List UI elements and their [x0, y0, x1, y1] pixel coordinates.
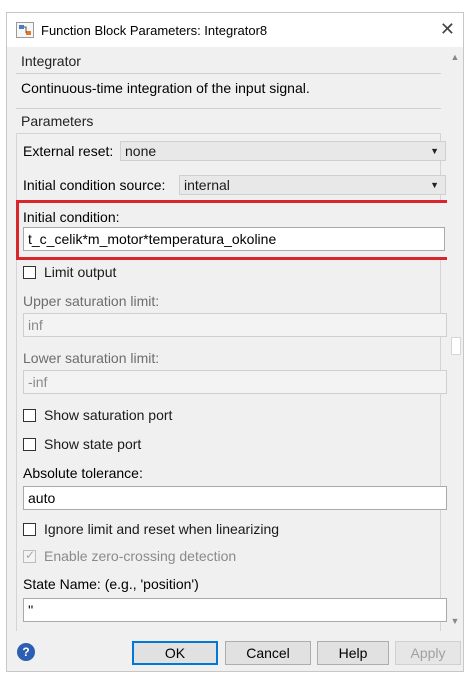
limit-output-row[interactable]: Limit output: [23, 264, 116, 280]
ignore-limit-row[interactable]: Ignore limit and reset when linearizing: [23, 521, 279, 537]
initial-condition-label: Initial condition:: [23, 209, 120, 225]
title-bar: Function Block Parameters: Integrator8 ✕: [7, 13, 463, 47]
zero-crossing-row: Enable zero-crossing detection: [23, 548, 236, 564]
close-icon[interactable]: ✕: [440, 20, 455, 38]
state-name-input[interactable]: '': [23, 598, 447, 622]
show-state-port-row[interactable]: Show state port: [23, 436, 141, 452]
show-saturation-port-checkbox[interactable]: [23, 408, 36, 422]
button-bar: ? OK Cancel Help Apply: [7, 631, 463, 671]
window-title: Function Block Parameters: Integrator8: [41, 22, 268, 38]
chevron-down-icon: ▼: [430, 180, 439, 190]
divider: [16, 108, 441, 109]
scroll-down-icon[interactable]: ▼: [447, 613, 463, 629]
external-reset-value: none: [125, 143, 157, 159]
dialog-window: Function Block Parameters: Integrator8 ✕…: [6, 12, 464, 672]
upper-saturation-input: inf: [23, 313, 447, 337]
simulink-app-icon: [16, 22, 34, 38]
ignore-limit-checkbox[interactable]: [23, 522, 36, 536]
limit-output-label: Limit output: [44, 264, 117, 280]
lower-saturation-input: -inf: [23, 370, 447, 394]
apply-button[interactable]: Apply: [395, 641, 461, 665]
block-type-label: Integrator: [21, 53, 81, 69]
show-saturation-port-label: Show saturation port: [44, 407, 173, 423]
absolute-tolerance-label: Absolute tolerance:: [23, 465, 143, 481]
parameters-section-label: Parameters: [21, 113, 94, 129]
ic-source-label: Initial condition source:: [23, 177, 166, 193]
zero-crossing-label: Enable zero-crossing detection: [44, 548, 237, 564]
ic-source-dropdown[interactable]: internal ▼: [179, 175, 446, 195]
ignore-limit-label: Ignore limit and reset when linearizing: [44, 521, 280, 537]
lower-saturation-label: Lower saturation limit:: [23, 350, 160, 366]
external-reset-dropdown[interactable]: none ▼: [120, 141, 446, 161]
block-description: Continuous-time integration of the input…: [21, 80, 310, 96]
ok-button[interactable]: OK: [132, 641, 218, 665]
dialog-content: Integrator Continuous-time integration o…: [7, 47, 454, 633]
zero-crossing-checkbox: [23, 548, 36, 563]
show-state-port-checkbox[interactable]: [23, 437, 36, 451]
scroll-thumb[interactable]: [451, 337, 461, 355]
help-button[interactable]: Help: [317, 641, 389, 665]
limit-output-checkbox[interactable]: [23, 265, 36, 279]
external-reset-label: External reset:: [23, 143, 114, 159]
initial-condition-input[interactable]: t_c_celik*m_motor*temperatura_okoline: [23, 227, 445, 251]
show-saturation-port-row[interactable]: Show saturation port: [23, 407, 172, 423]
scroll-up-icon[interactable]: ▲: [447, 49, 463, 65]
chevron-down-icon: ▼: [430, 146, 439, 156]
upper-saturation-label: Upper saturation limit:: [23, 293, 160, 309]
help-icon[interactable]: ?: [17, 643, 35, 661]
ic-source-value: internal: [184, 177, 230, 193]
cancel-button[interactable]: Cancel: [225, 641, 311, 665]
vertical-scrollbar[interactable]: ▲ ▼: [447, 47, 463, 631]
divider: [16, 73, 441, 74]
show-state-port-label: Show state port: [44, 436, 142, 452]
absolute-tolerance-input[interactable]: auto: [23, 486, 447, 510]
state-name-label: State Name: (e.g., 'position'): [23, 576, 199, 592]
